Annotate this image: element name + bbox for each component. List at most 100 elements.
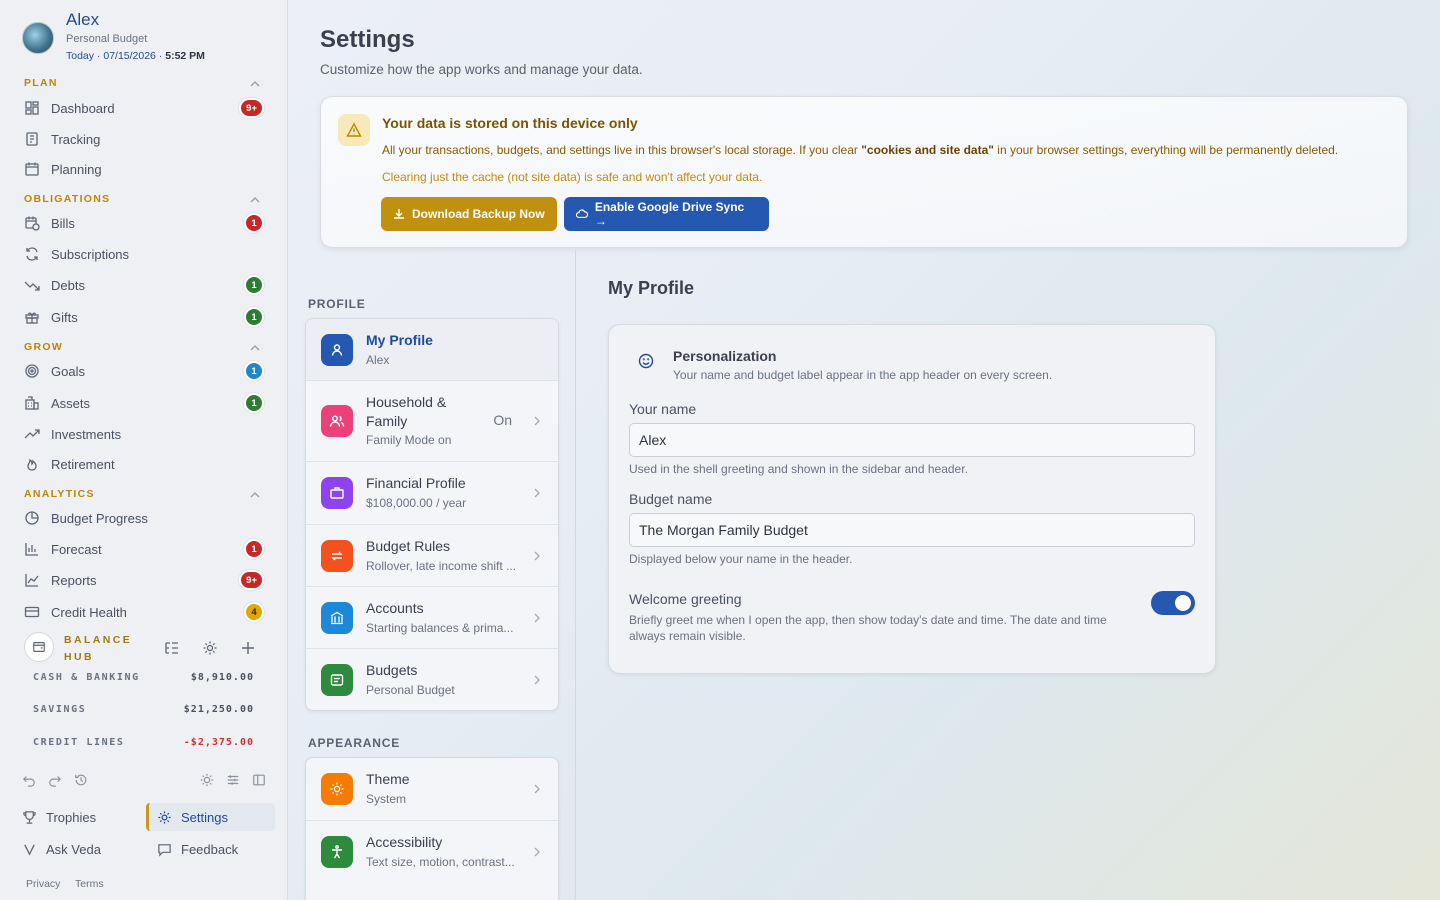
- flame-icon: [27, 458, 37, 471]
- sidebar-item-gifts[interactable]: Gifts 1: [24, 304, 268, 330]
- chevron-up-icon[interactable]: [249, 80, 261, 88]
- sliders-icon[interactable]: [226, 773, 240, 787]
- briefcase-icon: [321, 477, 353, 509]
- chevron-up-icon[interactable]: [249, 196, 261, 204]
- bar-chart-icon: [25, 543, 38, 556]
- name-input[interactable]: [629, 423, 1195, 457]
- storage-warning-banner: Your data is stored on this device only …: [320, 96, 1408, 248]
- section-title-analytics: ANALYTICS: [24, 488, 95, 500]
- chevron-right-icon: [534, 847, 540, 857]
- sidebar-item-goals[interactable]: Goals 1: [24, 358, 268, 384]
- bank-icon: [321, 602, 353, 634]
- download-backup-button[interactable]: Download Backup Now: [381, 197, 557, 231]
- sidebar-item-debts[interactable]: Debts 1: [24, 272, 268, 298]
- section-heading: My Profile: [608, 278, 695, 298]
- terms-link[interactable]: Terms: [75, 878, 104, 890]
- panel-icon[interactable]: [252, 773, 266, 787]
- download-icon: [394, 209, 404, 219]
- balance-hub-title: BALANCE HUB: [64, 634, 133, 663]
- enable-drive-sync-button[interactable]: Enable Google Drive Sync →: [564, 197, 769, 231]
- family-mode-status: On: [493, 412, 512, 428]
- date-time: Today · 07/15/2026 · 5:52 PM: [66, 50, 205, 62]
- history-icon[interactable]: [74, 773, 88, 787]
- wallet-icon[interactable]: [24, 632, 54, 662]
- chevron-up-icon[interactable]: [249, 344, 261, 352]
- appearance-settings-list: Theme System Accessibility Text size, mo…: [305, 757, 559, 900]
- settings-item-financial-profile[interactable]: Financial Profile $108,000.00 / year: [306, 462, 558, 525]
- sidebar-item-bills[interactable]: Bills 1: [24, 210, 268, 236]
- sidebar-item-tracking[interactable]: Tracking: [24, 126, 268, 152]
- balance-row[interactable]: CASH & BANKING $8,910.00: [33, 672, 254, 683]
- budget-name-help: Displayed below your name in the header.: [629, 552, 853, 566]
- user-header: Alex Personal Budget Today · 07/15/2026 …: [22, 8, 272, 66]
- card-subtitle: Your name and budget label appear in the…: [673, 368, 1053, 382]
- name-help: Used in the shell greeting and shown in …: [629, 462, 968, 476]
- sidebar-item-assets[interactable]: Assets 1: [24, 390, 268, 416]
- sun-icon: [321, 773, 353, 805]
- settings-item-accessibility[interactable]: Accessibility Text size, motion, contras…: [306, 821, 558, 883]
- budget-label: Personal Budget: [66, 33, 148, 45]
- chevron-up-icon[interactable]: [249, 491, 261, 499]
- sidebar-item-retirement[interactable]: Retirement: [24, 451, 268, 477]
- warning-icon: [338, 114, 370, 146]
- settings-item-my-profile[interactable]: My Profile Alex: [306, 319, 558, 381]
- greeting-description: Briefly greet me when I open the app, th…: [629, 613, 1107, 643]
- cloud-icon: [576, 209, 588, 219]
- receipt-icon: [26, 132, 38, 146]
- name-label: Your name: [629, 401, 697, 417]
- list-tree-icon[interactable]: [164, 640, 180, 656]
- notification-badge: 9+: [239, 98, 264, 118]
- settings-item-accounts[interactable]: Accounts Starting balances & prima...: [306, 587, 558, 649]
- sidebar-item-subscriptions[interactable]: Subscriptions: [24, 241, 268, 267]
- section-title-plan: PLAN: [24, 77, 58, 89]
- settings-item-budgets[interactable]: Budgets Personal Budget: [306, 649, 558, 710]
- chevron-right-icon: [534, 488, 540, 498]
- notification-badge: 1: [244, 307, 264, 327]
- undo-icon[interactable]: [22, 773, 36, 787]
- welcome-greeting-toggle[interactable]: [1151, 591, 1195, 615]
- gear-icon: [158, 810, 171, 824]
- calendar-icon: [25, 162, 39, 176]
- trending-down-icon: [24, 281, 40, 291]
- avatar[interactable]: [22, 22, 54, 54]
- trophy-icon: [23, 810, 36, 824]
- notification-badge: 1: [244, 361, 264, 381]
- user-name: Alex: [66, 10, 100, 29]
- sidebar-item-investments[interactable]: Investments: [24, 421, 268, 447]
- repeat-icon: [321, 540, 353, 572]
- privacy-link[interactable]: Privacy: [26, 878, 60, 890]
- trophies-link[interactable]: Trophies: [22, 803, 96, 831]
- budget-name-input[interactable]: [629, 513, 1195, 547]
- settings-item-theme[interactable]: Theme System: [306, 758, 558, 821]
- balance-row[interactable]: CREDIT LINES -$2,375.00: [33, 737, 254, 748]
- balance-row[interactable]: SAVINGS $21,250.00: [33, 704, 254, 715]
- sun-icon[interactable]: [200, 773, 214, 787]
- settings-item-household[interactable]: Household & Family Family Mode on On: [306, 381, 558, 462]
- target-icon: [25, 364, 39, 378]
- notification-badge: 1: [244, 393, 264, 413]
- ask-veda-link[interactable]: Ask Veda: [22, 835, 101, 863]
- sidebar: Alex Personal Budget Today · 07/15/2026 …: [0, 0, 288, 900]
- sidebar-item-planning[interactable]: Planning: [24, 156, 268, 182]
- feedback-link[interactable]: Feedback: [157, 835, 238, 863]
- plus-icon[interactable]: [240, 640, 256, 656]
- sidebar-tools: [22, 773, 272, 791]
- personalization-card: Personalization Your name and budget lab…: [608, 324, 1216, 674]
- sidebar-item-forecast[interactable]: Forecast 1: [24, 536, 268, 562]
- gear-icon[interactable]: [202, 640, 218, 656]
- chevron-right-icon: [534, 675, 540, 685]
- profile-settings-list: My Profile Alex Household & Family Famil…: [305, 318, 559, 711]
- sidebar-item-reports[interactable]: Reports 9+: [24, 567, 268, 593]
- sidebar-item-dashboard[interactable]: Dashboard 9+: [24, 95, 268, 121]
- sidebar-item-budget-progress[interactable]: Budget Progress: [24, 505, 268, 531]
- toggle-knob: [1175, 595, 1191, 611]
- sidebar-item-credit-health[interactable]: Credit Health 4: [24, 599, 268, 625]
- credit-card-icon: [24, 606, 40, 618]
- settings-item-budget-rules[interactable]: Budget Rules Rollover, late income shift…: [306, 525, 558, 587]
- wallet-icon: [321, 664, 353, 696]
- notification-badge: 1: [244, 275, 264, 295]
- settings-link[interactable]: Settings: [146, 803, 275, 831]
- refresh-icon: [26, 247, 38, 261]
- page-title: Settings: [320, 26, 415, 53]
- redo-icon[interactable]: [48, 773, 62, 787]
